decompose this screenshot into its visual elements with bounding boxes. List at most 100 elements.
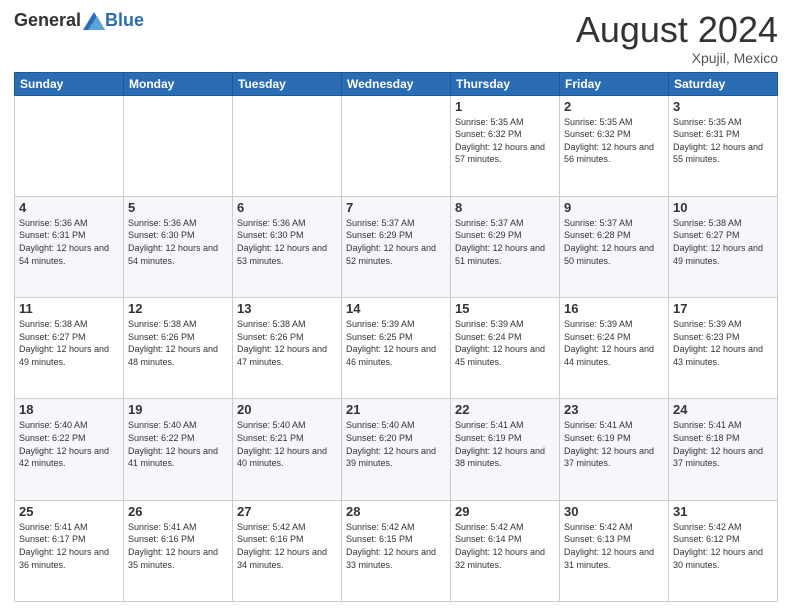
page-container: General Blue August 2024 Xpujil, Mexico … xyxy=(0,0,792,612)
day-number: 15 xyxy=(455,301,555,316)
calendar-cell: 3Sunrise: 5:35 AM Sunset: 6:31 PM Daylig… xyxy=(669,95,778,196)
col-wednesday: Wednesday xyxy=(342,72,451,95)
day-info: Sunrise: 5:38 AM Sunset: 6:26 PM Dayligh… xyxy=(237,318,337,368)
col-tuesday: Tuesday xyxy=(233,72,342,95)
calendar-cell: 22 Sunrise: 5:41 AM Sunset: 6:19 PM Dayli… xyxy=(451,399,560,500)
day-number: 19 xyxy=(128,402,228,417)
day-number: 28 xyxy=(346,504,446,519)
day-number: 20 xyxy=(237,402,337,417)
day-info: Sunrise: 5:41 AM Sunset: 6:19 PM Dayligh… xyxy=(564,419,664,469)
day-info: Sunrise: 5:35 AM Sunset: 6:32 PM Dayligh… xyxy=(564,116,664,166)
col-monday: Monday xyxy=(124,72,233,95)
day-number: 3 xyxy=(673,99,773,114)
calendar-cell xyxy=(15,95,124,196)
calendar-cell: 5 Sunrise: 5:36 AM Sunset: 6:30 PM Daylig… xyxy=(124,196,233,297)
day-info: Sunrise: 5:39 AM Sunset: 6:25 PM Dayligh… xyxy=(346,318,446,368)
calendar-cell: 14 Sunrise: 5:39 AM Sunset: 6:25 PM Dayli… xyxy=(342,298,451,399)
day-info: Sunrise: 5:38 AM Sunset: 6:26 PM Dayligh… xyxy=(128,318,228,368)
calendar-cell: 28Sunrise: 5:42 AM Sunset: 6:15 PM Dayli… xyxy=(342,500,451,601)
day-number: 7 xyxy=(346,200,446,215)
day-info: Sunrise: 5:42 AM Sunset: 6:13 PM Dayligh… xyxy=(564,521,664,571)
calendar-cell: 1 Sunrise: 5:35 AM Sunset: 6:32 PM Daylig… xyxy=(451,95,560,196)
week-row-4: 25Sunrise: 5:41 AM Sunset: 6:17 PM Dayli… xyxy=(15,500,778,601)
day-info: Sunrise: 5:36 AM Sunset: 6:30 PM Dayligh… xyxy=(237,217,337,267)
day-info: Sunrise: 5:36 AM Sunset: 6:30 PM Dayligh… xyxy=(128,217,228,267)
calendar-cell: 10 Sunrise: 5:38 AM Sunset: 6:27 PM Dayli… xyxy=(669,196,778,297)
calendar-cell: 24 Sunrise: 5:41 AM Sunset: 6:18 PM Dayli… xyxy=(669,399,778,500)
header: General Blue August 2024 Xpujil, Mexico xyxy=(14,10,778,66)
day-info: Sunrise: 5:38 AM Sunset: 6:27 PM Dayligh… xyxy=(673,217,773,267)
day-number: 22 xyxy=(455,402,555,417)
day-number: 11 xyxy=(19,301,119,316)
calendar-cell: 16 Sunrise: 5:39 AM Sunset: 6:24 PM Dayli… xyxy=(560,298,669,399)
day-info: Sunrise: 5:39 AM Sunset: 6:24 PM Dayligh… xyxy=(455,318,555,368)
day-number: 5 xyxy=(128,200,228,215)
col-thursday: Thursday xyxy=(451,72,560,95)
day-number: 18 xyxy=(19,402,119,417)
day-info: Sunrise: 5:41 AM Sunset: 6:19 PM Dayligh… xyxy=(455,419,555,469)
calendar-cell: 2 Sunrise: 5:35 AM Sunset: 6:32 PM Daylig… xyxy=(560,95,669,196)
day-number: 29 xyxy=(455,504,555,519)
day-info: Sunrise: 5:40 AM Sunset: 6:20 PM Dayligh… xyxy=(346,419,446,469)
day-info: Sunrise: 5:41 AM Sunset: 6:18 PM Dayligh… xyxy=(673,419,773,469)
calendar-cell: 11Sunrise: 5:38 AM Sunset: 6:27 PM Dayli… xyxy=(15,298,124,399)
day-info: Sunrise: 5:41 AM Sunset: 6:17 PM Dayligh… xyxy=(19,521,119,571)
calendar: Sunday Monday Tuesday Wednesday Thursday… xyxy=(14,72,778,602)
calendar-cell: 4Sunrise: 5:36 AM Sunset: 6:31 PM Daylig… xyxy=(15,196,124,297)
calendar-cell: 9 Sunrise: 5:37 AM Sunset: 6:28 PM Daylig… xyxy=(560,196,669,297)
logo-icon xyxy=(83,12,105,30)
col-saturday: Saturday xyxy=(669,72,778,95)
week-row-0: 1 Sunrise: 5:35 AM Sunset: 6:32 PM Daylig… xyxy=(15,95,778,196)
day-info: Sunrise: 5:40 AM Sunset: 6:21 PM Dayligh… xyxy=(237,419,337,469)
day-number: 24 xyxy=(673,402,773,417)
day-info: Sunrise: 5:35 AM Sunset: 6:32 PM Dayligh… xyxy=(455,116,555,166)
day-number: 10 xyxy=(673,200,773,215)
calendar-cell: 15 Sunrise: 5:39 AM Sunset: 6:24 PM Dayli… xyxy=(451,298,560,399)
calendar-cell: 20 Sunrise: 5:40 AM Sunset: 6:21 PM Dayli… xyxy=(233,399,342,500)
col-sunday: Sunday xyxy=(15,72,124,95)
logo-text: General Blue xyxy=(14,10,144,31)
day-info: Sunrise: 5:36 AM Sunset: 6:31 PM Dayligh… xyxy=(19,217,119,267)
day-number: 23 xyxy=(564,402,664,417)
calendar-cell: 13 Sunrise: 5:38 AM Sunset: 6:26 PM Dayli… xyxy=(233,298,342,399)
day-info: Sunrise: 5:39 AM Sunset: 6:23 PM Dayligh… xyxy=(673,318,773,368)
calendar-cell xyxy=(342,95,451,196)
calendar-cell: 25Sunrise: 5:41 AM Sunset: 6:17 PM Dayli… xyxy=(15,500,124,601)
day-info: Sunrise: 5:42 AM Sunset: 6:12 PM Dayligh… xyxy=(673,521,773,571)
week-row-3: 18 Sunrise: 5:40 AM Sunset: 6:22 PM Dayli… xyxy=(15,399,778,500)
day-info: Sunrise: 5:42 AM Sunset: 6:14 PM Dayligh… xyxy=(455,521,555,571)
calendar-cell: 19 Sunrise: 5:40 AM Sunset: 6:22 PM Dayli… xyxy=(124,399,233,500)
calendar-cell: 31Sunrise: 5:42 AM Sunset: 6:12 PM Dayli… xyxy=(669,500,778,601)
calendar-cell xyxy=(124,95,233,196)
day-info: Sunrise: 5:39 AM Sunset: 6:24 PM Dayligh… xyxy=(564,318,664,368)
day-info: Sunrise: 5:37 AM Sunset: 6:28 PM Dayligh… xyxy=(564,217,664,267)
day-number: 30 xyxy=(564,504,664,519)
day-info: Sunrise: 5:37 AM Sunset: 6:29 PM Dayligh… xyxy=(346,217,446,267)
day-number: 8 xyxy=(455,200,555,215)
day-number: 14 xyxy=(346,301,446,316)
day-number: 2 xyxy=(564,99,664,114)
calendar-cell: 17Sunrise: 5:39 AM Sunset: 6:23 PM Dayli… xyxy=(669,298,778,399)
calendar-cell: 21Sunrise: 5:40 AM Sunset: 6:20 PM Dayli… xyxy=(342,399,451,500)
calendar-cell: 12Sunrise: 5:38 AM Sunset: 6:26 PM Dayli… xyxy=(124,298,233,399)
day-number: 1 xyxy=(455,99,555,114)
calendar-cell: 8 Sunrise: 5:37 AM Sunset: 6:29 PM Daylig… xyxy=(451,196,560,297)
day-info: Sunrise: 5:40 AM Sunset: 6:22 PM Dayligh… xyxy=(128,419,228,469)
calendar-cell: 29 Sunrise: 5:42 AM Sunset: 6:14 PM Dayli… xyxy=(451,500,560,601)
calendar-cell: 27 Sunrise: 5:42 AM Sunset: 6:16 PM Dayli… xyxy=(233,500,342,601)
day-number: 27 xyxy=(237,504,337,519)
calendar-cell: 6Sunrise: 5:36 AM Sunset: 6:30 PM Daylig… xyxy=(233,196,342,297)
title-section: August 2024 Xpujil, Mexico xyxy=(576,10,778,66)
day-info: Sunrise: 5:40 AM Sunset: 6:22 PM Dayligh… xyxy=(19,419,119,469)
day-info: Sunrise: 5:42 AM Sunset: 6:16 PM Dayligh… xyxy=(237,521,337,571)
day-number: 9 xyxy=(564,200,664,215)
day-number: 26 xyxy=(128,504,228,519)
day-number: 13 xyxy=(237,301,337,316)
location: Xpujil, Mexico xyxy=(576,50,778,66)
col-friday: Friday xyxy=(560,72,669,95)
calendar-cell xyxy=(233,95,342,196)
calendar-header-row: Sunday Monday Tuesday Wednesday Thursday… xyxy=(15,72,778,95)
week-row-2: 11Sunrise: 5:38 AM Sunset: 6:27 PM Dayli… xyxy=(15,298,778,399)
day-info: Sunrise: 5:37 AM Sunset: 6:29 PM Dayligh… xyxy=(455,217,555,267)
day-number: 16 xyxy=(564,301,664,316)
